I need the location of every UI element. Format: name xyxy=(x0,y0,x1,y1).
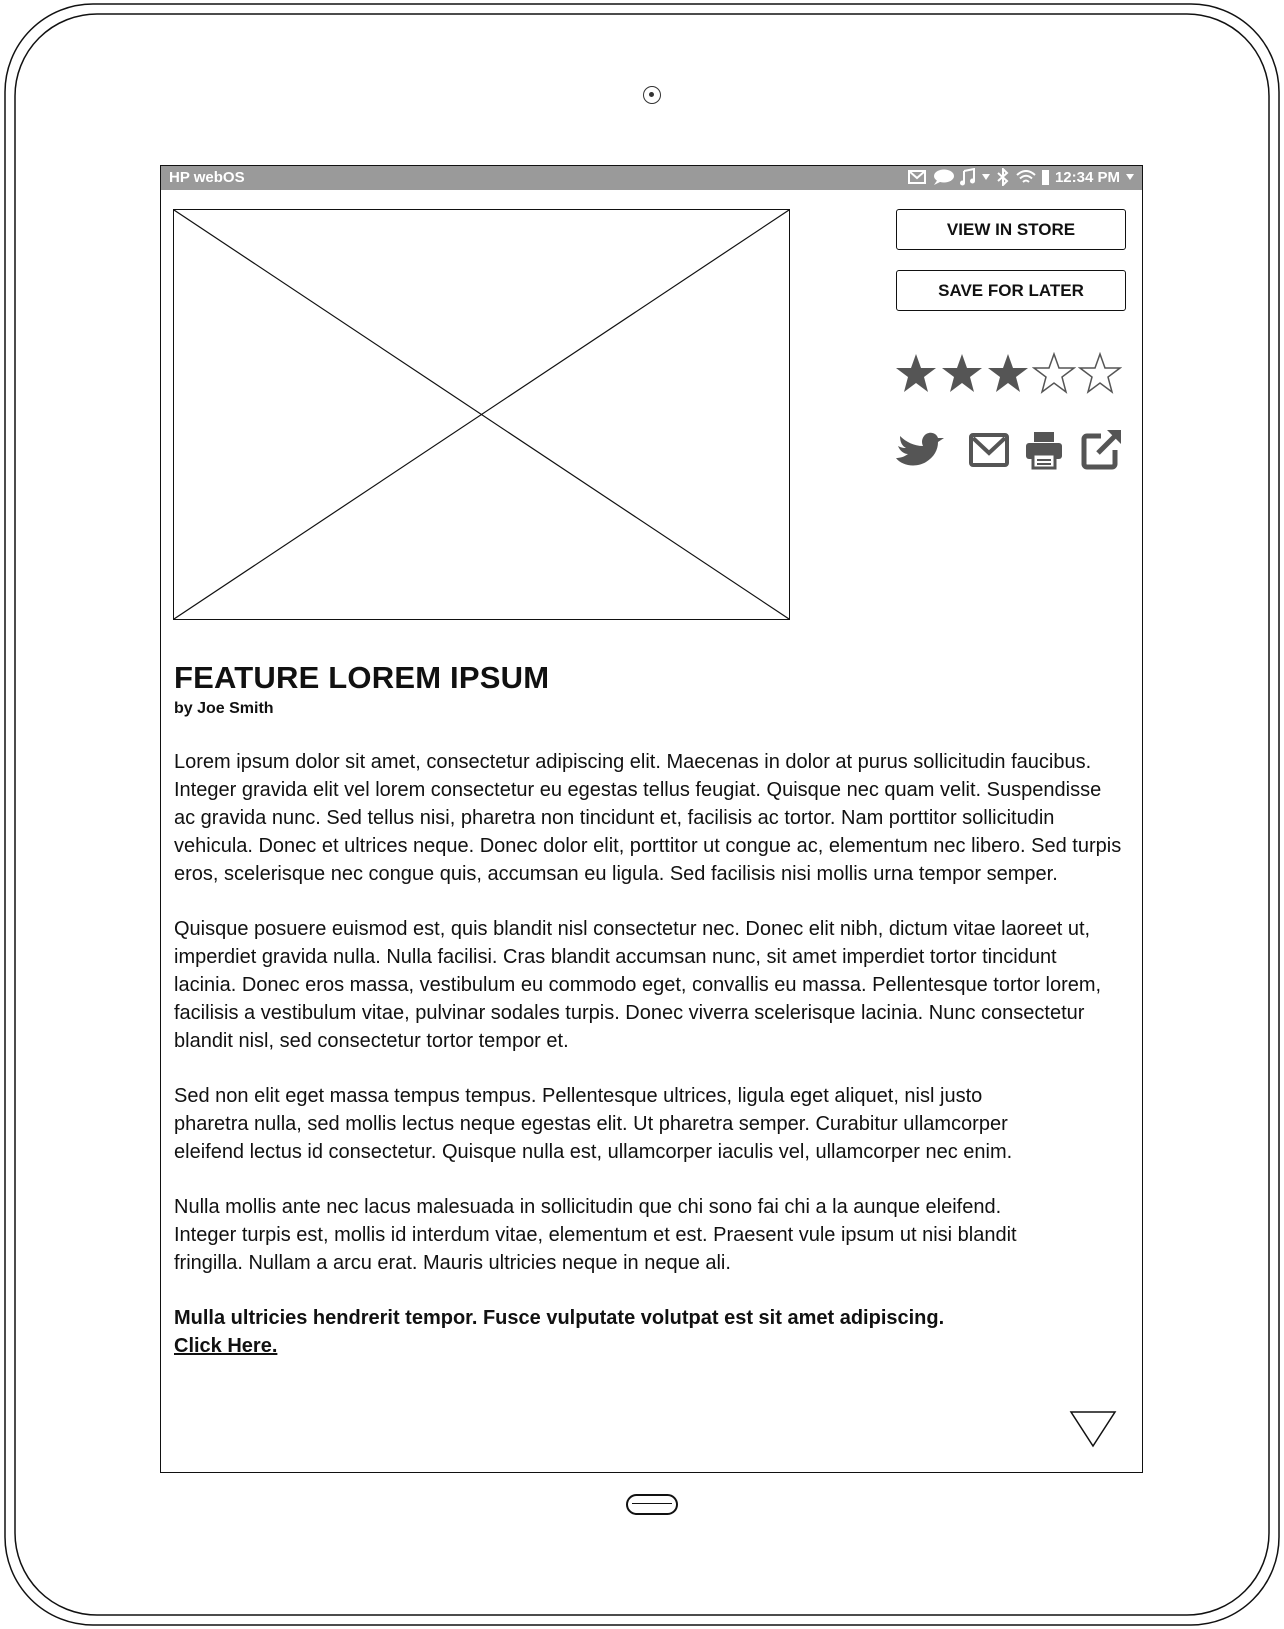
bluetooth-icon[interactable] xyxy=(996,168,1010,186)
call-to-action: Mulla ultricies hendrerit tempor. Fusce … xyxy=(174,1304,964,1360)
feature-image-placeholder xyxy=(173,209,790,620)
battery-icon[interactable] xyxy=(1041,169,1049,185)
save-for-later-button[interactable]: SAVE FOR LATER xyxy=(896,270,1126,311)
article-byline: by Joe Smith xyxy=(174,700,274,717)
clock[interactable]: 12:34 PM xyxy=(1055,169,1120,186)
twitter-icon[interactable] xyxy=(894,428,948,477)
chat-icon[interactable] xyxy=(932,169,954,186)
share-icons xyxy=(894,428,1126,472)
cta-text: Mulla ultricies hendrerit tempor. Fusce … xyxy=(174,1307,945,1329)
star-rating[interactable] xyxy=(894,352,1122,396)
camera xyxy=(643,86,661,104)
wifi-icon[interactable] xyxy=(1016,169,1036,185)
star-filled-icon[interactable] xyxy=(940,352,984,396)
star-filled-icon[interactable] xyxy=(894,352,938,396)
star-filled-icon[interactable] xyxy=(986,352,1030,396)
email-icon[interactable] xyxy=(969,433,1009,472)
status-icons: 12:34 PM xyxy=(907,168,1134,186)
scroll-down-arrow-icon[interactable] xyxy=(1068,1409,1118,1449)
article-paragraph: Lorem ipsum dolor sit amet, consectetur … xyxy=(174,751,1122,885)
print-icon[interactable] xyxy=(1024,430,1064,475)
device-screen: HP webOS 12:34 PM VIEW IN STORE SAVE FOR… xyxy=(160,165,1143,1473)
view-in-store-button[interactable]: VIEW IN STORE xyxy=(896,209,1126,250)
mail-icon[interactable] xyxy=(907,170,926,184)
status-bar: HP webOS 12:34 PM xyxy=(161,166,1142,190)
time-dropdown-icon[interactable] xyxy=(1126,174,1134,180)
click-here-link[interactable]: Click Here. xyxy=(174,1335,277,1357)
article-paragraph: Quisque posuere euismod est, quis blandi… xyxy=(174,918,1102,1052)
article-paragraph: Nulla mollis ante nec lacus malesuada in… xyxy=(174,1196,1017,1274)
article-body: Lorem ipsum dolor sit amet, consectetur … xyxy=(174,748,1124,1387)
star-empty-icon[interactable] xyxy=(1078,352,1122,396)
home-button[interactable] xyxy=(626,1494,678,1515)
external-link-icon[interactable] xyxy=(1081,428,1123,475)
os-name: HP webOS xyxy=(169,169,245,186)
star-empty-icon[interactable] xyxy=(1032,352,1076,396)
article-paragraph: Sed non elit eget massa tempus tempus. P… xyxy=(174,1085,1013,1163)
dropdown-arrow-icon[interactable] xyxy=(981,174,990,180)
article-title: FEATURE LOREM IPSUM xyxy=(174,660,550,695)
music-icon[interactable] xyxy=(959,168,976,186)
